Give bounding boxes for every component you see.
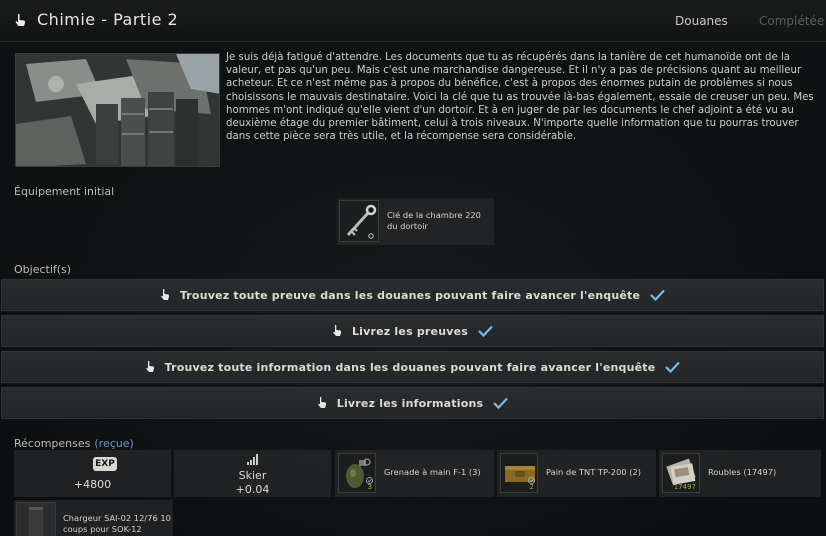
- roubles-icon: 17497: [662, 453, 700, 493]
- reward-item[interactable]: 2 Pain de TNT TP-200 (2): [497, 450, 656, 497]
- objective-row: Livrez les informations: [1, 387, 824, 419]
- objective-row: Trouvez toute preuve dans les douanes po…: [1, 279, 824, 311]
- quest-title: Chimie - Partie 2: [37, 10, 179, 29]
- grenade-icon: 3: [338, 453, 376, 493]
- exp-badge: EXP: [93, 457, 117, 471]
- rewards-label: Récompenses (reçue): [14, 437, 134, 450]
- skill-name: Skier: [238, 469, 267, 482]
- reward-item[interactable]: 3 Grenade à main F-1 (3): [335, 450, 494, 497]
- objectives-label: Objectif(s): [14, 263, 72, 276]
- quest-header: Chimie - Partie 2 Douanes Complétée: [0, 0, 826, 42]
- tnt-block-icon: 2: [500, 453, 538, 493]
- signal-bars-icon: [247, 454, 258, 465]
- reward-item-name: Pain de TNT TP-200 (2): [546, 467, 642, 477]
- reward-exp: EXP +4800: [14, 450, 171, 497]
- pointing-hand-icon: [15, 14, 26, 26]
- item-count: 3: [367, 483, 372, 491]
- checkmark-icon: [478, 325, 493, 337]
- reward-item[interactable]: Chargeur SAI-02 12/76 10 coups pour SOK-…: [14, 500, 173, 536]
- reward-item-name: Grenade à main F-1 (3): [384, 467, 481, 477]
- objective-text: Livrez les informations: [336, 396, 484, 410]
- rewards-title: Récompenses: [14, 437, 91, 450]
- equipment-item-name: Clé de la chambre 220 du dortoir: [387, 210, 481, 231]
- found-in-raid-icon: [366, 477, 373, 484]
- equipment-label: Équipement initial: [14, 185, 115, 198]
- reward-item[interactable]: 17497 Roubles (17497): [659, 450, 821, 497]
- objective-text: Trouvez toute preuve dans les douanes po…: [179, 288, 641, 302]
- rewards-received-status: (reçue): [94, 437, 134, 450]
- exp-value: +4800: [73, 478, 112, 491]
- found-in-raid-icon: [528, 477, 535, 484]
- item-count: 17497: [673, 483, 696, 491]
- pointing-hand-icon: [160, 289, 169, 300]
- checkmark-icon: [665, 361, 681, 373]
- quest-location: Douanes: [675, 14, 728, 28]
- objective-row: Livrez les preuves: [1, 315, 824, 347]
- reward-skill: Skier +0.04: [174, 450, 331, 497]
- equipment-item[interactable]: Clé de la chambre 220 du dortoir: [337, 198, 494, 245]
- pointing-hand-icon: [332, 325, 342, 336]
- key-icon: [339, 200, 379, 242]
- objective-text: Livrez les preuves: [351, 324, 469, 338]
- objective-row: Trouvez toute information dans les douan…: [1, 351, 824, 383]
- quest-status: Complétée: [759, 14, 825, 28]
- objective-text: Trouvez toute information dans les douan…: [164, 360, 656, 374]
- checkmark-icon: [493, 397, 509, 409]
- pointing-hand-icon: [317, 397, 326, 408]
- item-count: 2: [529, 483, 534, 491]
- pointing-hand-icon: [145, 361, 154, 372]
- skill-value: +0.04: [235, 483, 270, 496]
- quest-image: [15, 53, 220, 167]
- reward-item-name: Chargeur SAI-02 12/76 10 coups pour SOK-…: [63, 513, 171, 534]
- magazine-icon: [16, 502, 56, 536]
- quest-description: Je suis déjà fatigué d'attendre. Les doc…: [226, 52, 814, 143]
- checkmark-icon: [650, 289, 665, 301]
- reward-item-name: Roubles (17497): [708, 467, 777, 477]
